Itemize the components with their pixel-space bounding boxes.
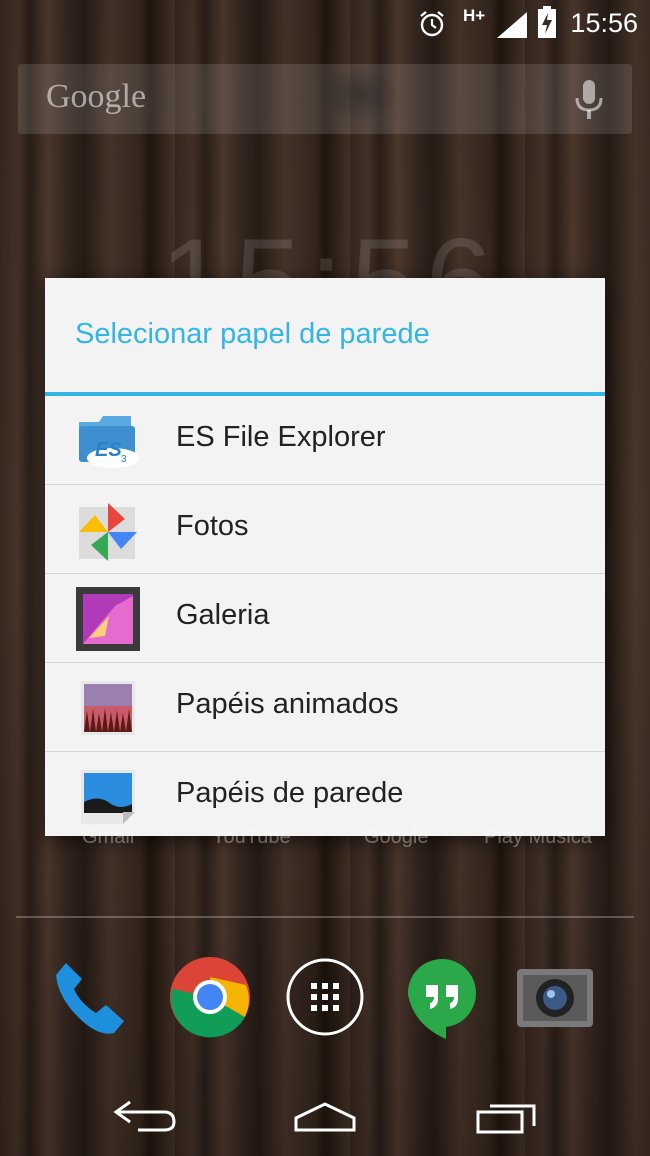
app-drawer-icon[interactable] [283, 955, 367, 1039]
list-item-es-file-explorer[interactable]: ES 3 ES File Explorer [45, 396, 605, 485]
status-clock: 15:56 [570, 8, 638, 38]
svg-text:ES: ES [95, 439, 122, 461]
svg-text:3: 3 [121, 454, 127, 465]
item-label: ES File Explorer [176, 421, 386, 453]
mic-icon[interactable] [572, 80, 606, 120]
google-search-bar[interactable]: Google [18, 64, 632, 134]
app-list: ES 3 ES File Explorer Fotos Galeria Papé… [45, 396, 605, 840]
list-item-papeis-animados[interactable]: Papéis animados [45, 663, 605, 752]
es-file-explorer-icon: ES 3 [79, 416, 139, 468]
alarm-icon [420, 11, 444, 37]
wallpaper-chooser-dialog: Selecionar papel de parede ES 3 ES File … [45, 278, 605, 836]
home-icon[interactable] [290, 1096, 360, 1136]
live-wallpapers-icon [81, 681, 135, 735]
item-label: Papéis animados [176, 688, 399, 720]
hangouts-icon[interactable] [400, 955, 484, 1039]
galeria-icon [76, 587, 140, 651]
chrome-icon[interactable] [168, 955, 252, 1039]
signal-icon [497, 12, 527, 38]
item-label: Papéis de parede [176, 777, 404, 809]
wallpapers-icon [81, 770, 135, 824]
home-label-google[interactable]: Google [364, 826, 429, 849]
home-label-gmail[interactable]: Gmail [82, 826, 134, 849]
navigation-bar [0, 1080, 650, 1156]
google-logo: Google [46, 78, 147, 115]
battery-charging-icon [538, 6, 556, 38]
dock-divider [16, 916, 634, 918]
fotos-pinwheel-icon [79, 503, 137, 561]
home-label-youtube[interactable]: YouTube [212, 826, 291, 849]
item-label: Galeria [176, 599, 270, 631]
item-label: Fotos [176, 510, 249, 542]
status-bar: H+ 15:56 [0, 0, 650, 48]
dialog-title: Selecionar papel de parede [75, 318, 430, 350]
list-item-galeria[interactable]: Galeria [45, 574, 605, 663]
home-label-play-musica[interactable]: Play Música [484, 826, 592, 849]
phone-icon[interactable] [48, 955, 132, 1039]
camera-icon[interactable] [513, 955, 597, 1039]
list-item-fotos[interactable]: Fotos [45, 485, 605, 574]
recents-icon[interactable] [472, 1096, 542, 1136]
back-icon[interactable] [110, 1096, 180, 1136]
network-type: H+ [463, 6, 486, 25]
home-app-labels: Gmail YouTube Google Play Música [0, 826, 650, 852]
